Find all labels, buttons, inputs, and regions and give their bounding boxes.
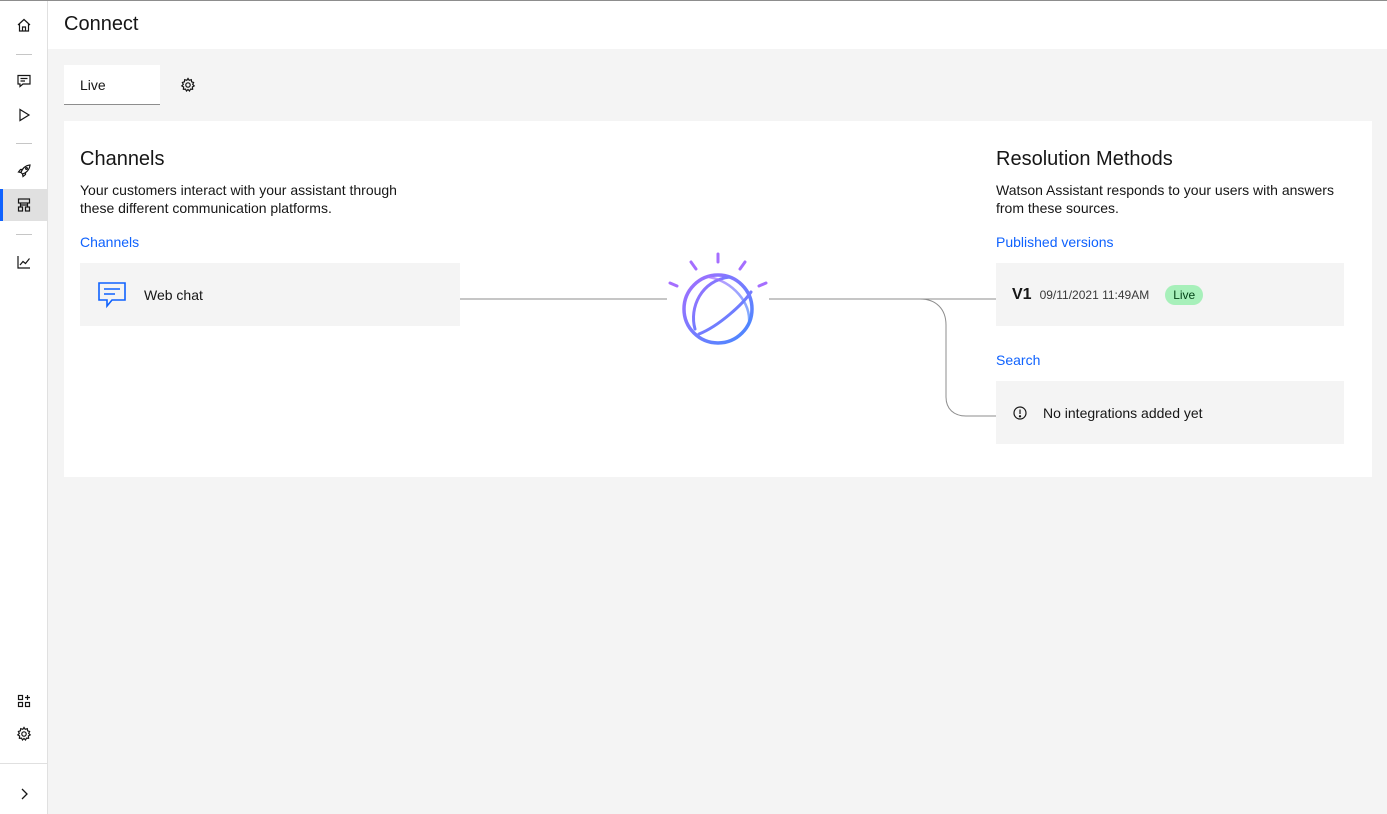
nav-apps[interactable]	[0, 685, 48, 717]
chat-bubble-icon	[98, 281, 126, 308]
chat-icon	[17, 74, 31, 88]
environment-settings-button[interactable]	[176, 73, 200, 97]
home-icon	[17, 18, 31, 32]
resolution-description-line1: Watson Assistant responds to your users …	[996, 182, 1334, 198]
nav-divider	[0, 763, 48, 764]
nav-analyze[interactable]	[0, 246, 48, 278]
nav-integrations[interactable]	[0, 189, 48, 221]
page-title: Connect	[64, 13, 139, 35]
resolution-description-line2: from these sources.	[996, 200, 1119, 216]
watson-logo	[668, 252, 768, 345]
side-nav	[0, 1, 48, 814]
channel-tile-web-chat[interactable]: Web chat	[80, 263, 460, 326]
nav-settings[interactable]	[0, 718, 48, 750]
channels-description-line1: Your customers interact with your assist…	[80, 182, 397, 198]
environment-tab-label: Live	[80, 76, 106, 93]
apps-icon	[17, 694, 31, 708]
status-badge: Live	[1165, 284, 1204, 305]
nav-expand[interactable]	[0, 778, 48, 810]
nav-divider	[16, 143, 32, 144]
nav-publish[interactable]	[0, 155, 48, 187]
search-empty-text: No integrations added yet	[1043, 404, 1203, 421]
version-tile[interactable]: V1 09/11/2021 11:49AM Live	[996, 263, 1344, 326]
main-content: Live Channels Your customers interact wi…	[48, 49, 1387, 814]
resolution-title: Resolution Methods	[996, 148, 1173, 170]
settings-icon	[16, 726, 32, 742]
published-versions-link[interactable]: Published versions	[996, 234, 1114, 250]
flow-icon	[17, 198, 31, 212]
nav-divider	[16, 234, 32, 235]
nav-home[interactable]	[0, 9, 48, 41]
nav-preview[interactable]	[0, 99, 48, 131]
rocket-icon	[17, 164, 31, 178]
page-header: Connect	[48, 1, 1387, 49]
search-link[interactable]: Search	[996, 352, 1040, 368]
warning-icon	[1013, 405, 1027, 420]
chevron-right-icon	[21, 788, 28, 800]
version-name: V1	[1012, 285, 1032, 303]
chart-icon	[17, 256, 30, 269]
version-date: 09/11/2021 11:49AM	[1039, 287, 1150, 302]
channels-description-line2: these different communication platforms.	[80, 200, 332, 216]
environment-tab-live[interactable]: Live	[64, 65, 160, 105]
channels-title: Channels	[80, 148, 165, 170]
channels-link[interactable]: Channels	[80, 234, 139, 250]
search-empty-tile: No integrations added yet	[996, 381, 1344, 444]
gear-icon	[180, 77, 196, 93]
channel-label: Web chat	[144, 286, 203, 303]
play-icon	[19, 108, 31, 122]
nav-actions[interactable]	[0, 65, 48, 97]
nav-divider	[16, 54, 32, 55]
integrations-panel: Channels Your customers interact with yo…	[64, 121, 1372, 477]
